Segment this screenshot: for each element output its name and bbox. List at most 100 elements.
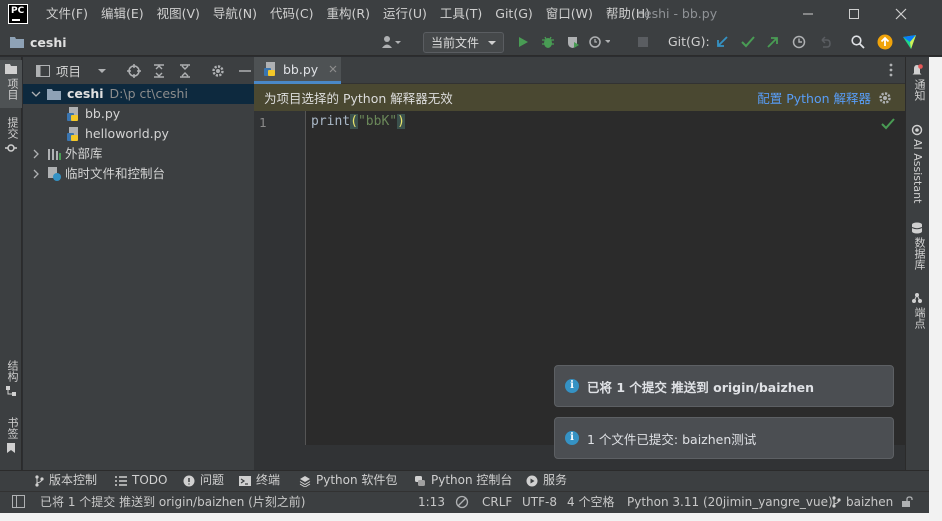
coverage-button[interactable] (562, 31, 584, 53)
python-file-icon (67, 107, 78, 121)
line-number: 1 (259, 115, 267, 130)
tool-python-console[interactable]: Python 控制台 (414, 470, 512, 491)
menu-tools[interactable]: 工具(T) (440, 0, 482, 28)
profile-button[interactable] (588, 31, 610, 53)
git-history-button[interactable] (788, 31, 810, 53)
stripe-structure-button[interactable]: 结构 (0, 360, 22, 404)
stripe-commit-button[interactable]: 提交 (0, 117, 22, 165)
debug-button[interactable] (537, 31, 559, 53)
user-button[interactable] (380, 31, 402, 53)
file-encoding[interactable]: UTF-8 (522, 491, 557, 513)
stripe-ai-assistant-button[interactable]: AI Assistant (905, 124, 929, 203)
hide-panel-icon[interactable] (239, 65, 252, 77)
menu-navigate[interactable]: 导航(N) (213, 0, 257, 28)
settings-gear-icon[interactable] (211, 64, 225, 78)
readonly-toggle-button[interactable] (455, 495, 469, 509)
chevron-right-icon[interactable] (32, 149, 40, 159)
menu-view[interactable]: 视图(V) (157, 0, 200, 28)
indent-setting[interactable]: 4 个空格 (567, 491, 614, 513)
breadcrumb[interactable]: ceshi (10, 28, 67, 56)
notification-push[interactable]: i 已将 1 个提交 推送到 origin/baizhen (554, 365, 894, 407)
inspection-ok-icon[interactable] (881, 118, 895, 130)
caret-position[interactable]: 1:13 (418, 491, 445, 513)
toggle-tool-windows-button[interactable] (12, 495, 25, 508)
tool-services[interactable]: 服务 (526, 470, 567, 491)
undo-icon (821, 36, 831, 48)
git-push-button[interactable] (762, 31, 784, 53)
tree-root-ceshi[interactable]: ceshi D:\p ct\ceshi (23, 84, 254, 104)
line-separator[interactable]: CRLF (482, 491, 512, 513)
commit-icon (5, 144, 17, 152)
chevron-down-icon[interactable] (31, 90, 41, 98)
menu-run[interactable]: 运行(U) (383, 0, 427, 28)
run-button[interactable] (512, 31, 534, 53)
project-panel-title[interactable]: 项目 (56, 61, 81, 80)
collapse-all-icon[interactable] (179, 63, 191, 78)
python-icon (415, 475, 425, 486)
stop-button[interactable] (632, 31, 654, 53)
menu-git[interactable]: Git(G) (495, 0, 533, 28)
run-config-select[interactable]: 当前文件 (423, 32, 504, 53)
tool-python-packages[interactable]: Python 软件包 (299, 470, 397, 491)
chevron-right-icon[interactable] (32, 169, 40, 179)
tree-file-bb[interactable]: bb.py (23, 104, 254, 124)
expand-all-icon[interactable] (153, 63, 165, 78)
minimize-icon (803, 13, 813, 15)
maximize-button[interactable] (831, 0, 877, 28)
settings-gear-icon[interactable] (878, 91, 892, 105)
problems-icon (183, 475, 195, 486)
tool-terminal[interactable]: 终端 (239, 470, 280, 491)
stripe-bookmarks-button[interactable]: 书签 (0, 417, 22, 461)
git-rollback-button[interactable] (814, 31, 836, 53)
menu-refactor[interactable]: 重构(R) (327, 0, 370, 28)
stripe-structure-label: 结构 (6, 360, 19, 382)
updates-button[interactable] (874, 31, 896, 53)
stripe-endpoints-label: 端点 (913, 307, 926, 329)
interpreter-warning-banner: 为项目选择的 Python 解释器无效 配置 Python 解释器 (254, 84, 905, 111)
git-branch-widget[interactable]: baizhen (831, 491, 913, 513)
tool-python-packages-label: Python 软件包 (316, 473, 398, 487)
stripe-notifications-button[interactable]: 通知 (905, 64, 929, 101)
unlock-icon[interactable] (901, 496, 913, 508)
run-config-label: 当前文件 (431, 36, 480, 50)
tool-problems[interactable]: 问题 (183, 470, 224, 491)
git-update-button[interactable] (711, 31, 733, 53)
profile-icon (589, 36, 610, 48)
editor-tab-bb[interactable]: bb.py (254, 57, 341, 84)
close-tab-icon[interactable] (328, 64, 338, 74)
tree-file-helloworld[interactable]: helloworld.py (23, 124, 254, 144)
menu-window[interactable]: 窗口(W) (546, 0, 593, 28)
ide-feature-button[interactable] (899, 31, 921, 53)
menu-code[interactable]: 代码(C) (270, 0, 313, 28)
menu-file[interactable]: 文件(F) (46, 0, 88, 28)
tree-external-libraries[interactable]: 外部库 (23, 144, 254, 164)
search-everywhere-button[interactable] (847, 31, 869, 53)
python-interpreter[interactable]: Python 3.11 (20jimin_yangre_vue) (627, 491, 833, 513)
close-window-button[interactable] (878, 0, 924, 28)
notification-commit[interactable]: i 1 个文件已提交: baizhen测试 (554, 417, 894, 459)
breadcrumb-project[interactable]: ceshi (30, 35, 67, 50)
git-branch-name: baizhen (846, 495, 894, 509)
stripe-project-button[interactable]: 项目 (0, 60, 22, 108)
update-arrow-icon (877, 34, 893, 50)
background-window-edge (0, 513, 942, 521)
minimize-button[interactable] (785, 0, 831, 28)
editor-tab-bar (254, 57, 905, 84)
tool-todo[interactable]: TODO (115, 470, 167, 491)
locate-icon[interactable] (127, 63, 142, 78)
configure-interpreter-link[interactable]: 配置 Python 解释器 (757, 88, 871, 107)
tab-more-button[interactable] (885, 62, 897, 78)
chevron-down-icon[interactable] (97, 67, 107, 75)
debug-icon (542, 36, 554, 48)
no-entry-icon (455, 495, 469, 509)
tool-vcs[interactable]: 版本控制 (34, 470, 97, 491)
services-play-icon (526, 475, 538, 486)
status-message[interactable]: 已将 1 个提交 推送到 origin/baizhen (片刻之前) (40, 491, 305, 513)
tree-scratches[interactable]: 临时文件和控制台 (23, 164, 254, 184)
git-commit-button[interactable] (737, 31, 759, 53)
tool-problems-label: 问题 (200, 473, 225, 487)
stripe-endpoints-button[interactable]: 端点 (905, 292, 929, 329)
tool-python-console-label: Python 控制台 (431, 473, 513, 487)
menu-edit[interactable]: 编辑(E) (101, 0, 144, 28)
stripe-database-button[interactable]: 数据库 (905, 222, 929, 270)
